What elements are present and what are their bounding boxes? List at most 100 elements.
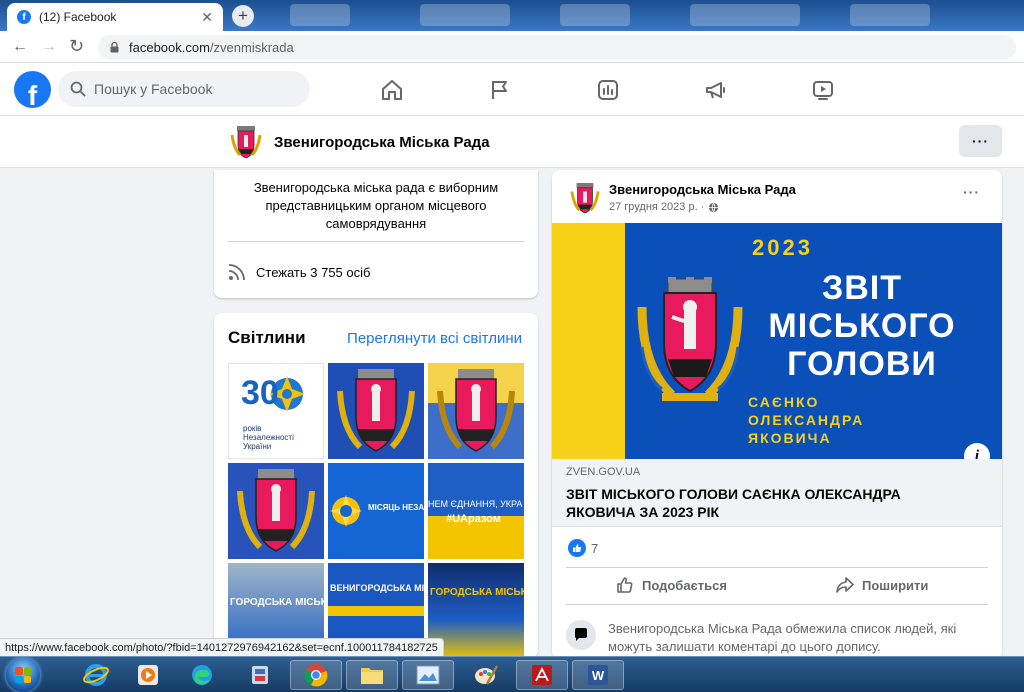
photo-caption: ГОРОДСЬКА МІСЬКА (230, 597, 324, 608)
background-blur (560, 4, 630, 26)
divider (228, 241, 524, 242)
facebook-favicon-icon: f (17, 10, 31, 24)
link-preview[interactable]: ZVEN.GOV.UA ЗВІТ МІСЬКОГО ГОЛОВИ САЄНКА … (552, 459, 1002, 527)
back-button[interactable]: ← (12, 38, 28, 56)
post-banner-image[interactable]: 2023 ЗВІТ МІСЬКОГО ГОЛОВИ САЄНКО ОЛЕКСАН… (552, 223, 1002, 459)
link-status-bar: https://www.facebook.com/photo/?fbid=140… (0, 638, 444, 656)
like-reaction-icon (568, 539, 586, 557)
media-player-icon[interactable] (122, 660, 174, 690)
post-date[interactable]: 27 грудня 2023 р. · (609, 201, 719, 213)
reactions-summary[interactable]: 7 (568, 539, 598, 557)
chrome-icon[interactable] (290, 660, 342, 690)
share-icon (836, 577, 854, 593)
photo-caption: ГОРОДСЬКА МІСЬКА (430, 587, 524, 598)
like-count: 7 (591, 540, 599, 556)
page-name[interactable]: Звенигородська Міська Рада (274, 134, 490, 151)
followers-row: Стежать 3 755 осіб (228, 263, 370, 281)
photo-thumbnail[interactable] (428, 363, 524, 459)
city-crest-image (228, 463, 324, 559)
info-button[interactable]: i (964, 443, 990, 459)
photo-thumbnail[interactable] (328, 363, 424, 459)
city-crest-image (328, 363, 424, 459)
insights-icon[interactable] (596, 78, 620, 102)
video-icon[interactable] (811, 78, 835, 102)
divider (566, 604, 988, 605)
url-input[interactable]: facebook.com/zvenmiskrada (98, 35, 1016, 60)
address-bar-row: ← → ↻ facebook.com/zvenmiskrada (0, 31, 1024, 63)
tab-title: (12) Facebook (39, 10, 117, 24)
share-button[interactable]: Поширити (836, 576, 928, 594)
link-title: ЗВІТ МІСЬКОГО ГОЛОВИ САЄНКА ОЛЕКСАНДРА Я… (566, 486, 901, 520)
photo-thumbnail[interactable] (228, 463, 324, 559)
word-icon[interactable]: W (572, 660, 624, 690)
photo-thumbnail[interactable]: НЕМ ЄДНАННЯ, УКРА #UAразом (428, 463, 524, 559)
comment-bubble-icon (566, 620, 596, 650)
photos-card: Світлини Переглянути всі світлини 30 рок… (214, 313, 538, 658)
photos-title: Світлини (228, 328, 306, 347)
restriction-text: Звенигородська Міська Рада обмежила спис… (608, 621, 957, 654)
photo-caption: НЕМ ЄДНАННЯ, УКРА (428, 499, 523, 509)
banner-yellow-band (552, 223, 625, 459)
city-crest-image (637, 277, 743, 401)
flag-icon[interactable] (488, 78, 512, 102)
thumbs-up-icon (617, 577, 633, 593)
forward-button[interactable]: → (41, 38, 57, 56)
reload-button[interactable]: ↻ (69, 36, 84, 57)
banner-title: ЗВІТ МІСЬКОГО ГОЛОВИ (768, 269, 956, 383)
facebook-logo-icon[interactable]: f (14, 71, 51, 108)
photo-caption: ВЕНИГОРОДСЬКА МІСЬКА (330, 583, 424, 593)
link-domain: ZVEN.GOV.UA (566, 466, 641, 478)
svg-text:W: W (592, 668, 605, 683)
photo-thumbnail[interactable]: 30 років Незалежності України (228, 363, 324, 459)
city-crest-icon[interactable] (230, 125, 262, 159)
browser-tab-bar: f (12) Facebook ✕ + (0, 0, 1024, 31)
megaphone-icon[interactable] (704, 78, 728, 102)
photo-caption-number: 30 (241, 374, 279, 412)
globe-icon (709, 202, 719, 213)
divider (566, 567, 988, 568)
page-more-button[interactable]: ··· (959, 125, 1002, 157)
author-avatar-crest-icon[interactable] (570, 181, 600, 215)
banner-year: 2023 (752, 235, 813, 260)
image-viewer-icon[interactable] (402, 660, 454, 690)
photo-caption: #UAразом (446, 513, 501, 525)
see-all-photos-link[interactable]: Переглянути всі світлини (347, 330, 522, 347)
internet-explorer-icon[interactable] (70, 660, 122, 690)
home-icon[interactable] (380, 78, 404, 102)
acrobat-icon[interactable] (516, 660, 568, 690)
page-description: Звенигородська міська рада є виборним пр… (253, 180, 499, 231)
app-icon[interactable] (234, 660, 286, 690)
windows-flag-icon (15, 667, 31, 683)
search-placeholder: Пошук у Facebook (94, 81, 213, 97)
rss-follow-icon (228, 264, 245, 281)
facebook-header: f Пошук у Facebook (0, 63, 1024, 116)
new-tab-button[interactable]: + (232, 5, 254, 27)
background-blur (420, 4, 510, 26)
background-blur (850, 4, 930, 26)
file-explorer-icon[interactable] (346, 660, 398, 690)
about-card: Звенигородська міська рада є виборним пр… (214, 170, 538, 298)
browser-tab[interactable]: f (12) Facebook ✕ (7, 3, 223, 31)
background-blur (690, 4, 800, 26)
start-button[interactable] (6, 658, 40, 692)
like-button[interactable]: Подобається (616, 576, 727, 594)
background-blur (290, 4, 350, 26)
lock-icon (110, 42, 119, 53)
post-menu-button[interactable]: ··· (963, 184, 980, 200)
url-host: facebook.com (129, 40, 210, 55)
city-crest-image (428, 363, 524, 459)
paint-icon[interactable] (460, 660, 512, 690)
url-path: /zvenmiskrada (209, 40, 294, 55)
comment-restriction-notice: Звенигородська Міська Рада обмежила спис… (566, 620, 978, 656)
photo-thumbnail[interactable]: МІСЯЦЬ НЕЗАЛЕЖНОСТІ (328, 463, 424, 559)
post-author[interactable]: Звенигородська Міська Рада (609, 182, 796, 197)
search-input[interactable]: Пошук у Facebook (58, 71, 310, 107)
windows-taskbar: W (0, 656, 1024, 692)
close-tab-icon[interactable]: ✕ (201, 9, 213, 26)
edge-icon[interactable] (176, 660, 228, 690)
photo-caption: МІСЯЦЬ НЕЗАЛЕЖНОСТІ (368, 503, 424, 512)
search-icon (70, 81, 86, 97)
banner-subtitle: САЄНКО ОЛЕКСАНДРА ЯКОВИЧА (748, 394, 865, 446)
followers-count: Стежать 3 755 осіб (256, 264, 371, 280)
photo-caption: років Незалежності України (243, 424, 294, 451)
